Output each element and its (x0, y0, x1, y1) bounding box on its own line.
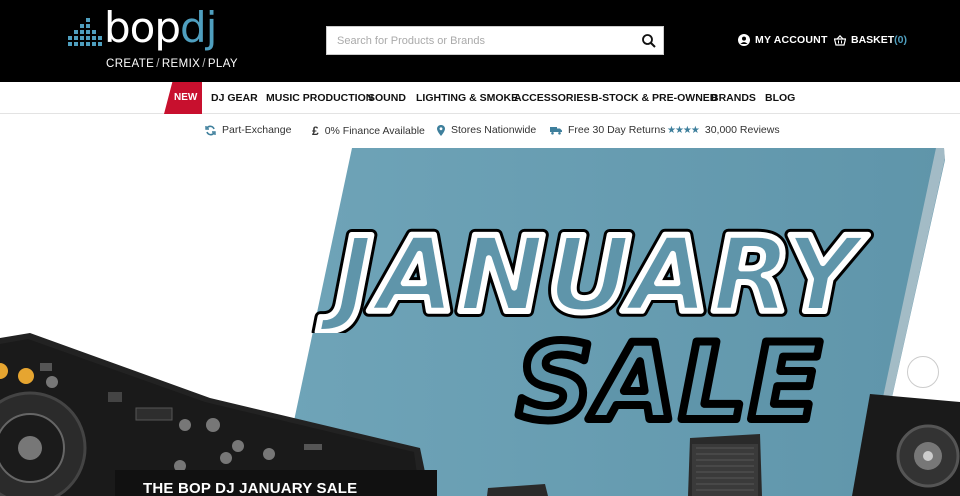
basket-label: BASKET (851, 34, 895, 46)
usp-stores[interactable]: Stores Nationwide (437, 124, 536, 136)
nav-item-music-production[interactable]: MUSIC PRODUCTION (266, 82, 373, 114)
slider-nav-button[interactable] (907, 356, 939, 388)
hero-headline: JANUARY JANUARY (311, 213, 873, 333)
nav-item-sound[interactable]: SOUND (368, 82, 406, 114)
nav-item-bstock[interactable]: B-STOCK & PRE-OWNED (591, 82, 717, 114)
site-header: bopdj CREATE/REMIX/PLAY MY ACCOUNT BASKE… (0, 0, 960, 82)
basket-link[interactable]: BASKET (0) (834, 34, 907, 46)
svg-text:JANUARY: JANUARY (317, 214, 869, 333)
main-nav: NEW DJ GEAR MUSIC PRODUCTION SOUND LIGHT… (0, 82, 960, 114)
usp-bar: Part-Exchange £ 0% Finance Available Sto… (0, 114, 960, 148)
basket-icon (834, 34, 846, 46)
my-account-label: MY ACCOUNT (755, 34, 828, 46)
user-icon (738, 34, 750, 46)
my-account-link[interactable]: MY ACCOUNT (738, 34, 828, 46)
truck-icon (550, 126, 562, 135)
hero-subheadline: SALE (513, 323, 825, 433)
nav-item-dj-gear[interactable]: DJ GEAR (211, 82, 258, 114)
equalizer-logo-icon (68, 18, 102, 46)
search-icon[interactable] (641, 33, 657, 49)
svg-text:SALE: SALE (517, 323, 823, 433)
search-bar (326, 26, 664, 55)
pin-icon (437, 124, 445, 136)
basket-count: (0) (894, 34, 908, 46)
nav-new-badge[interactable]: NEW (164, 82, 202, 114)
tagline: CREATE / REMIX / PLAY (106, 58, 238, 70)
logo[interactable]: bopdj CREATE / REMIX / PLAY (68, 3, 238, 74)
nav-item-brands[interactable]: BRANDS (711, 82, 756, 114)
refresh-icon (205, 125, 216, 136)
nav-item-accessories[interactable]: ACCESSORIES (514, 82, 590, 114)
hero-caption: THE BOP DJ JANUARY SALE (143, 480, 358, 496)
usp-part-exchange[interactable]: Part-Exchange (205, 124, 291, 136)
hero-caption-box[interactable]: THE BOP DJ JANUARY SALE (115, 470, 437, 496)
usp-reviews[interactable]: ★★★★ 30,000 Reviews (667, 124, 780, 136)
logo-wordmark: bopdj (104, 3, 217, 52)
usp-returns[interactable]: Free 30 Day Returns (550, 124, 665, 136)
search-input[interactable] (327, 27, 627, 54)
hero-banner[interactable]: JANUARY JANUARY SALE THE BOP DJ JANUARY … (0, 148, 960, 496)
nav-item-lighting-smoke[interactable]: LIGHTING & SMOKE (416, 82, 518, 114)
stars-icon: ★★★★ (667, 124, 700, 136)
nav-item-blog[interactable]: BLOG (765, 82, 795, 114)
usp-finance[interactable]: £ 0% Finance Available (312, 124, 425, 138)
pound-icon: £ (312, 124, 319, 138)
studio-monitor-image (852, 394, 960, 496)
